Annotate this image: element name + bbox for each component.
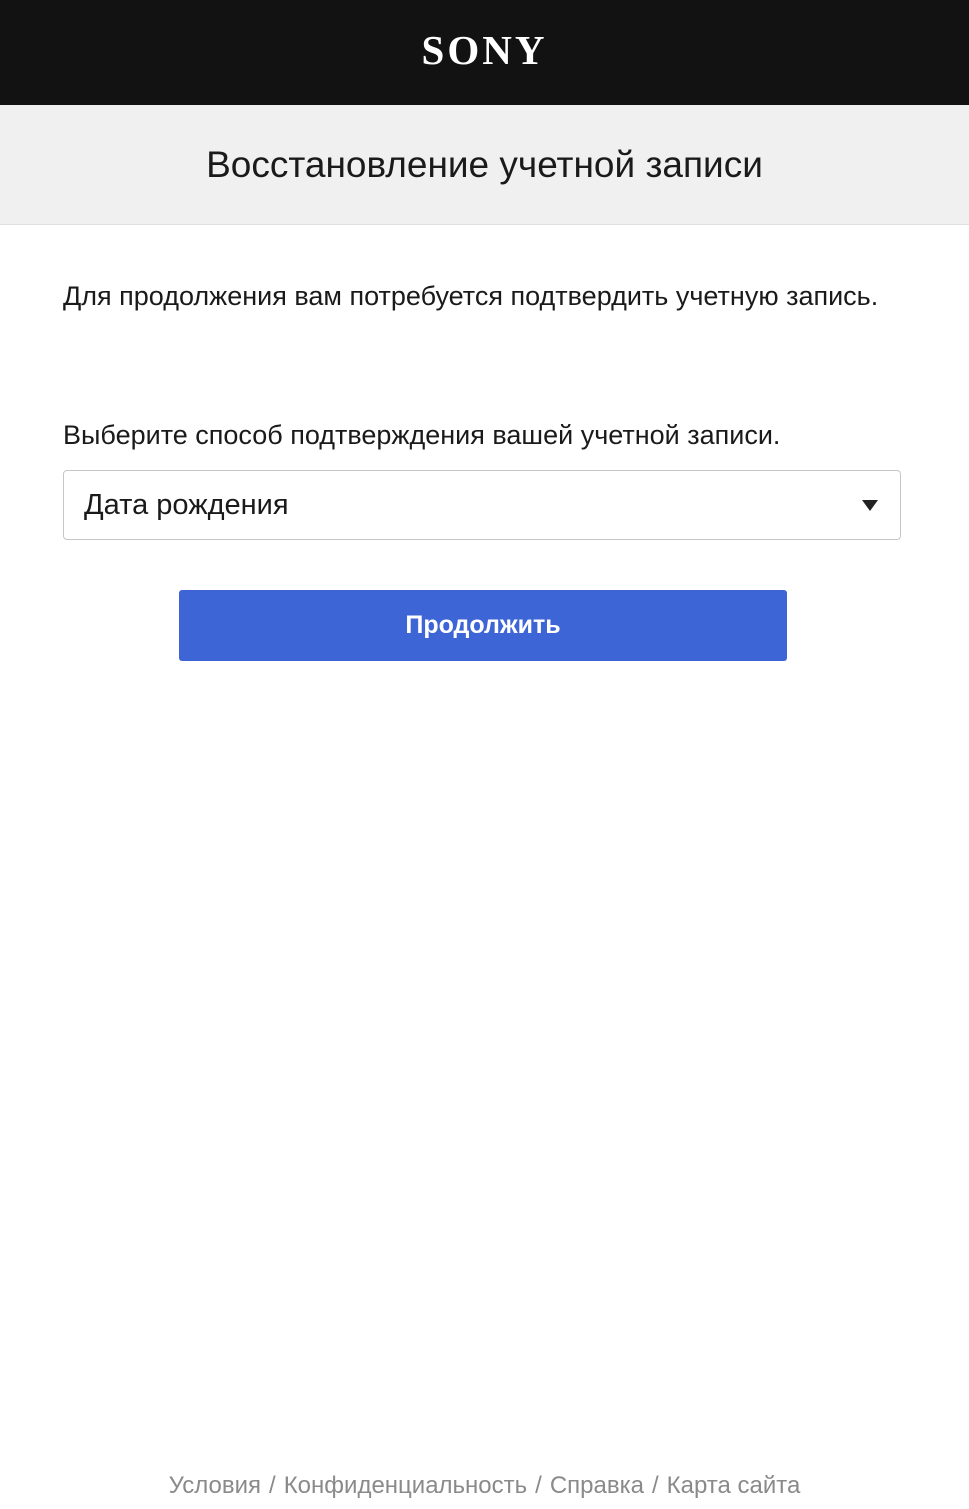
sony-logo[interactable]: SONY (0, 28, 969, 72)
footer-link-privacy[interactable]: Конфиденциальность (284, 1472, 527, 1499)
intro-text: Для продолжения вам потребуется подтверд… (63, 281, 879, 311)
verification-method-select[interactable]: Дата рождения (63, 470, 901, 540)
footer-separator: / (535, 1472, 542, 1499)
footer-link-terms[interactable]: Условия (169, 1472, 261, 1499)
footer-link-help[interactable]: Справка (550, 1472, 644, 1499)
footer-separator: / (651, 1472, 659, 1499)
continue-button[interactable]: Продолжить (179, 590, 787, 661)
page: SONY Восстановление учетной записи Для п… (0, 0, 969, 1509)
footer-link-sitemap[interactable]: Карта сайта (667, 1472, 801, 1499)
top-bar: SONY (0, 0, 969, 105)
page-title: Восстановление учетной записи (206, 144, 763, 185)
selected-method: Дата рождения (84, 489, 289, 521)
footer-links: Условия / Конфиденциальность / Справка / Карта… (0, 1470, 969, 1502)
verification-method-label: Выберите способ подтверждения вашей учет… (63, 420, 781, 450)
footer-separator: / (269, 1472, 276, 1499)
chevron-down-icon (862, 500, 878, 511)
